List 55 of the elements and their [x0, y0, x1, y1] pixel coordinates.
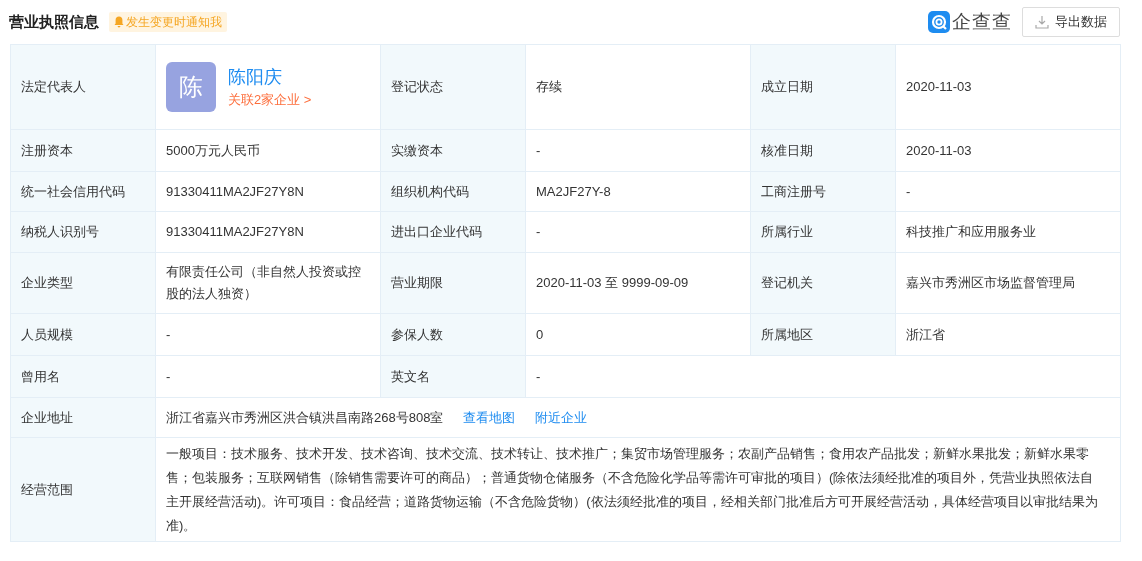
- section-title: 营业执照信息: [9, 11, 99, 32]
- field-label: 曾用名: [10, 355, 156, 398]
- field-label: 工商注册号: [750, 171, 896, 212]
- export-button[interactable]: 导出数据: [1022, 7, 1120, 37]
- download-icon: [1035, 15, 1049, 29]
- field-value: 5000万元人民币: [166, 141, 261, 160]
- field-label: 进出口企业代码: [380, 211, 526, 253]
- bell-icon: [114, 16, 124, 28]
- related-companies-link[interactable]: 关联2家企业 >: [228, 90, 312, 110]
- field-label: 纳税人识别号: [10, 211, 156, 253]
- field-value: 科技推广和应用服务业: [906, 223, 1037, 241]
- field-value: -: [906, 182, 912, 201]
- field-label: 核准日期: [750, 129, 896, 172]
- field-label: 英文名: [380, 355, 526, 398]
- field-label: 统一社会信用代码: [10, 171, 156, 212]
- field-value: 浙江省: [906, 325, 946, 344]
- field-value: -: [536, 367, 542, 386]
- field-label: 人员规模: [10, 313, 156, 356]
- field-label: 注册资本: [10, 129, 156, 172]
- person-name-link[interactable]: 陈阳庆: [228, 64, 282, 90]
- address-link[interactable]: 查看地图: [463, 407, 516, 428]
- logo-text: 企查查: [952, 9, 1012, 34]
- field-label: 所属地区: [750, 313, 896, 356]
- field-value: 91330411MA2JF27Y8N: [166, 223, 305, 241]
- field-label: 企业地址: [10, 397, 156, 438]
- address-link[interactable]: 附近企业: [535, 407, 588, 428]
- field-value: 2020-11-03 至 9999-09-09: [536, 274, 690, 292]
- field-value: -: [166, 367, 172, 386]
- field-label: 登记状态: [380, 44, 526, 130]
- field-label: 实缴资本: [380, 129, 526, 172]
- field-label: 登记机关: [750, 252, 896, 314]
- field-label: 参保人数: [380, 313, 526, 356]
- field-label: 经营范围: [10, 437, 156, 542]
- field-value: MA2JF27Y-8: [536, 182, 612, 201]
- field-value: 存续: [536, 78, 563, 96]
- address-text: 浙江省嘉兴市秀洲区洪合镇洪昌南路268号808室: [166, 408, 444, 427]
- field-value: 2020-11-03: [906, 78, 973, 96]
- logo-icon: [928, 11, 950, 33]
- field-value: 2020-11-03: [906, 141, 973, 160]
- field-label: 法定代表人: [10, 44, 156, 130]
- field-value: 0: [536, 325, 545, 344]
- field-label: 成立日期: [750, 44, 896, 130]
- field-label: 营业期限: [380, 252, 526, 314]
- notify-button[interactable]: 发生变更时通知我: [109, 12, 227, 32]
- field-value: -: [536, 223, 542, 241]
- field-value: -: [536, 141, 542, 160]
- field-value: 有限责任公司（非自然人投资或控股的法人独资）: [166, 263, 362, 303]
- field-value: 91330411MA2JF27Y8N: [166, 182, 305, 201]
- field-label: 企业类型: [10, 252, 156, 314]
- field-label: 组织机构代码: [380, 171, 526, 212]
- avatar: 陈: [166, 62, 216, 112]
- business-scope-text: 一般项目：技术服务、技术开发、技术咨询、技术交流、技术转让、技术推广；集贸市场管理服务；农副产品销售；食用农产品批发；新鲜水果批发；新鲜水果零售；包装服务；互联网销售（除销售需要许可的商品）；普通货物仓储服务（不含危险化学品等需许可审批的项目）(除依法须经批准的项目外，凭营业执照依法自主开展经营活动)。许可项目：食品经营；道路货物运输（不含危险货物）(依法须经批准的项目，经相关部门批准后方可开展经营活动，具体经营项目以审批结果为准)。: [166, 444, 1099, 535]
- field-value: -: [166, 325, 172, 344]
- field-label: 所属行业: [750, 211, 896, 253]
- field-value: 嘉兴市秀洲区市场监督管理局: [906, 274, 1076, 292]
